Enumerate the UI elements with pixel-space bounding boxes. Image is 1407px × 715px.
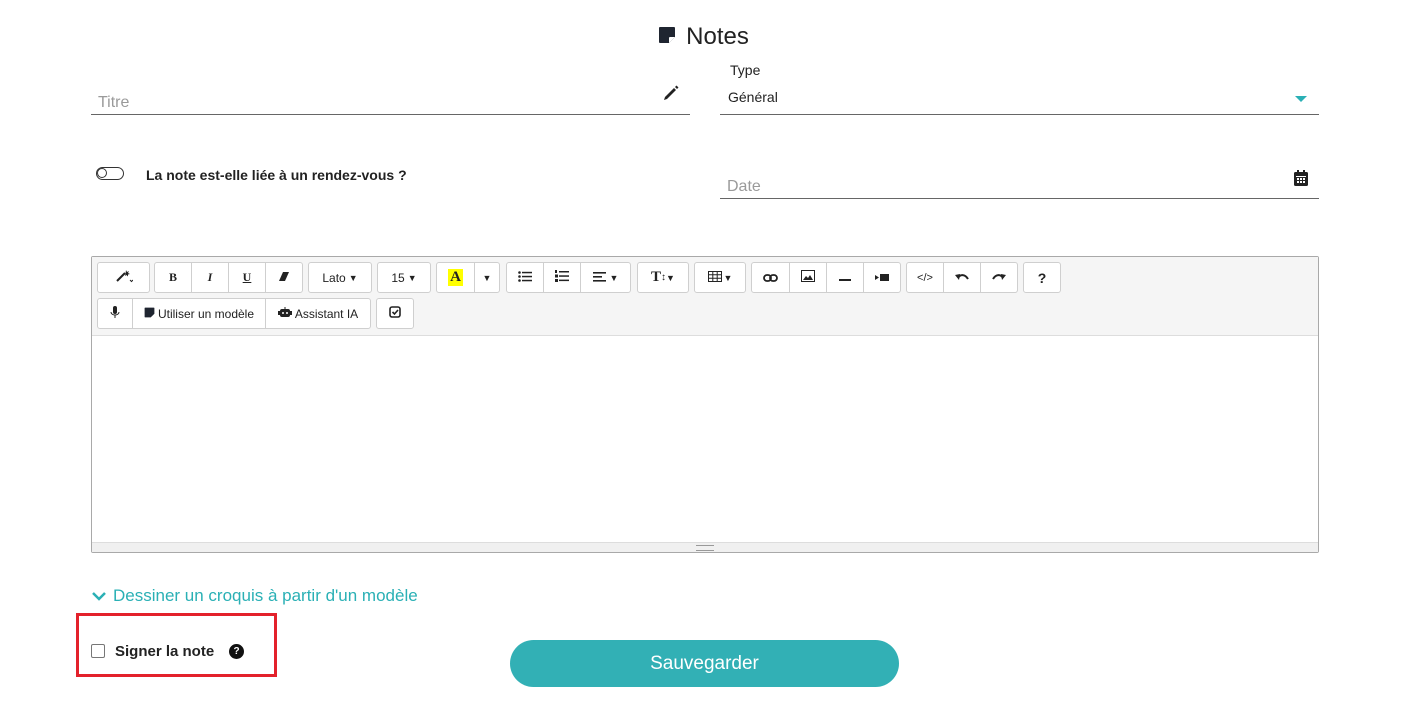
highlight-button[interactable]: A <box>437 263 475 292</box>
title-input[interactable]: Titre <box>91 84 690 115</box>
appointment-toggle-label: La note est-elle liée à un rendez-vous ? <box>146 167 407 183</box>
sign-note-checkbox[interactable] <box>91 644 105 658</box>
misc-group: </> <box>906 262 1018 293</box>
undo-icon <box>955 271 969 285</box>
table-dropdown[interactable]: ▼ <box>695 263 745 292</box>
text-height-group: T ↕ ▼ <box>637 262 689 293</box>
check-square-icon <box>389 306 401 321</box>
caret-down-icon: ▼ <box>482 272 492 283</box>
bold-button[interactable]: B <box>155 263 192 292</box>
caret-down-icon: ▼ <box>666 272 675 283</box>
text-height-dropdown[interactable]: T ↕ ▼ <box>638 263 688 292</box>
insert-group <box>751 262 901 293</box>
list-group: ▼ <box>506 262 631 293</box>
date-input[interactable]: Date <box>720 168 1319 199</box>
sign-note-label[interactable]: Signer la note <box>115 643 214 660</box>
font-family-value: Lato <box>322 270 346 285</box>
ai-assistant-label: Assistant IA <box>294 306 359 321</box>
font-size-group: 15 ▼ <box>377 262 431 293</box>
sticky-note-icon <box>144 307 155 321</box>
highlight-letter: A <box>448 269 463 286</box>
help-group: ? <box>1023 262 1061 293</box>
font-size-dropdown[interactable]: 15 ▼ <box>378 263 430 292</box>
checklist-group <box>376 298 414 329</box>
table-group: ▼ <box>694 262 746 293</box>
highlight-dropdown[interactable]: ▼ <box>475 263 499 292</box>
calendar-icon[interactable] <box>1293 169 1309 192</box>
text-height-value: T <box>651 269 662 285</box>
use-template-button[interactable]: Utiliser un modèle <box>133 299 266 328</box>
text-style-group: B I U <box>154 262 303 293</box>
microphone-icon <box>110 305 120 322</box>
editor-help-button[interactable]: ? <box>1024 263 1060 292</box>
font-family-dropdown[interactable]: Lato ▼ <box>309 263 371 292</box>
sketch-link-label: Dessiner un croquis à partir d'un modèle <box>113 586 418 605</box>
numbered-list-icon <box>555 270 569 285</box>
question-circle-icon[interactable]: ? <box>229 644 244 659</box>
horizontal-rule-icon <box>839 271 851 285</box>
save-button[interactable]: Sauvegarder <box>510 640 899 687</box>
type-selected-value: Général <box>728 89 778 105</box>
title-placeholder: Titre <box>98 94 130 111</box>
redo-icon <box>992 271 1006 285</box>
ai-assistant-button[interactable]: Assistant IA <box>266 299 370 328</box>
font-family-group: Lato ▼ <box>308 262 372 293</box>
page-title: Notes <box>686 23 749 50</box>
italic-button[interactable]: I <box>192 263 229 292</box>
date-placeholder: Date <box>727 178 761 195</box>
image-button[interactable] <box>790 263 827 292</box>
video-icon <box>875 271 889 285</box>
editor-toolbar: B I U Lato ▼ 15 ▼ A ▼ ▼ T ↕ ▼ ▼ </> ? Ut… <box>92 257 1318 336</box>
image-icon <box>801 270 815 285</box>
editor-content-area[interactable] <box>92 336 1318 543</box>
underline-button[interactable]: U <box>229 263 266 292</box>
magic-wand-icon <box>115 269 133 286</box>
caret-down-icon: ▼ <box>348 272 358 283</box>
eraser-button[interactable] <box>266 263 302 292</box>
type-select[interactable]: Général <box>720 84 1319 115</box>
sketch-from-template-link[interactable]: Dessiner un croquis à partir d'un modèle <box>91 586 418 606</box>
magic-style-button[interactable] <box>98 263 149 292</box>
align-left-icon <box>592 271 606 285</box>
type-label: Type <box>730 62 761 78</box>
link-button[interactable] <box>752 263 790 292</box>
code-view-button[interactable]: </> <box>907 263 944 292</box>
page-header: Notes <box>0 20 1407 54</box>
font-size-value: 15 <box>391 270 405 285</box>
editor-resize-bar[interactable] <box>92 542 1318 552</box>
link-icon <box>763 271 778 285</box>
video-button[interactable] <box>864 263 900 292</box>
numbered-list-button[interactable] <box>544 263 581 292</box>
resize-grip-icon[interactable] <box>696 545 714 551</box>
tools-group: Utiliser un modèle Assistant IA <box>97 298 371 329</box>
redo-button[interactable] <box>981 263 1017 292</box>
highlight-group: A ▼ <box>436 262 500 293</box>
sticky-note-icon <box>658 26 676 49</box>
pencil-icon <box>662 84 680 107</box>
dictation-button[interactable] <box>98 299 133 328</box>
eraser-icon <box>278 271 290 285</box>
caret-down-icon <box>1295 96 1307 102</box>
caret-down-icon: ▼ <box>407 272 417 283</box>
caret-down-icon: ▼ <box>723 272 733 283</box>
align-dropdown[interactable]: ▼ <box>581 263 630 292</box>
use-template-label: Utiliser un modèle <box>157 306 255 321</box>
appointment-toggle[interactable] <box>96 167 124 180</box>
bullet-list-button[interactable] <box>507 263 544 292</box>
rich-text-editor: B I U Lato ▼ 15 ▼ A ▼ ▼ T ↕ ▼ ▼ </> ? Ut… <box>91 256 1319 553</box>
table-icon <box>707 270 722 285</box>
undo-button[interactable] <box>944 263 981 292</box>
horizontal-rule-button[interactable] <box>827 263 864 292</box>
chevron-down-icon <box>91 586 107 606</box>
checklist-button[interactable] <box>377 299 413 328</box>
magic-group <box>97 262 150 293</box>
robot-icon <box>277 306 292 321</box>
caret-down-icon: ▼ <box>609 272 619 283</box>
toggle-knob <box>97 168 107 178</box>
bullet-list-icon <box>518 270 532 285</box>
